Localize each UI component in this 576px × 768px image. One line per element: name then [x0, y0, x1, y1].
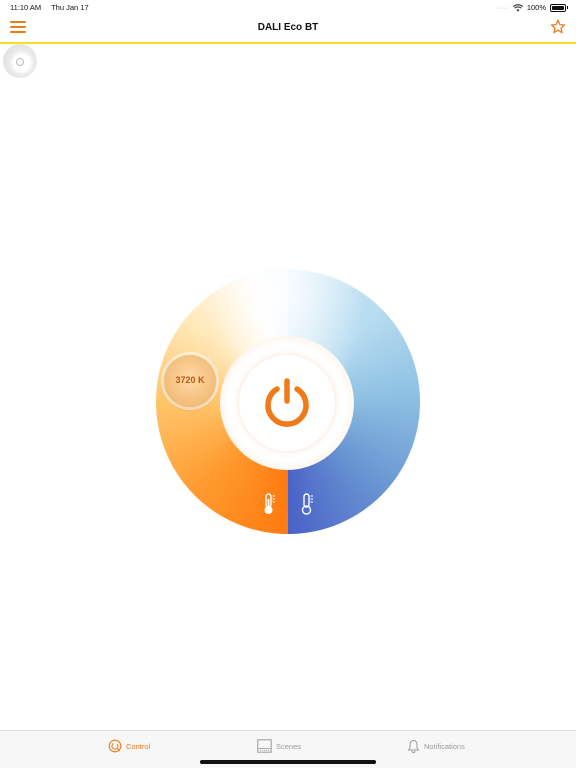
scenes-icon — [257, 739, 272, 753]
device-status-icon[interactable] — [3, 44, 37, 78]
thermometer-cool-icon[interactable] — [300, 493, 314, 515]
signal-dots-icon: ···· — [496, 3, 509, 12]
power-button[interactable] — [239, 355, 335, 451]
tab-scenes[interactable]: Scenes — [257, 739, 301, 753]
battery-icon — [550, 3, 568, 12]
device-dot — [16, 58, 24, 66]
nav-bar: DALI Eco BT — [0, 14, 576, 44]
thermometer-warm-icon[interactable] — [262, 493, 276, 515]
tab-control[interactable]: Control — [108, 739, 150, 753]
status-right: ···· 100% — [496, 3, 568, 12]
tab-control-label: Control — [126, 741, 151, 751]
status-bar: 11:10 AM Thu Jan 17 ···· 100% — [0, 0, 576, 14]
status-left: 11:10 AM Thu Jan 17 — [10, 3, 97, 12]
tab-scenes-label: Scenes — [276, 741, 302, 751]
wifi-icon — [512, 3, 523, 11]
bell-icon — [407, 739, 420, 753]
tab-notifications[interactable]: Notifications — [407, 739, 465, 753]
power-icon — [265, 378, 309, 427]
tab-notifications-label: Notifications — [424, 741, 465, 751]
app-screen: 11:10 AM Thu Jan 17 ···· 100% DALI Eco B… — [0, 0, 576, 768]
status-date: Thu Jan 17 — [51, 3, 89, 12]
status-time: 11:10 AM — [10, 3, 42, 12]
page-title: DALI Eco BT — [257, 22, 319, 33]
battery-percent: 100% — [526, 3, 546, 12]
star-icon[interactable] — [550, 19, 566, 35]
control-icon — [108, 739, 122, 753]
color-temperature-knob[interactable]: 3720 K — [164, 355, 216, 407]
home-indicator — [200, 760, 376, 764]
color-temperature-value: 3720 K — [175, 375, 205, 385]
